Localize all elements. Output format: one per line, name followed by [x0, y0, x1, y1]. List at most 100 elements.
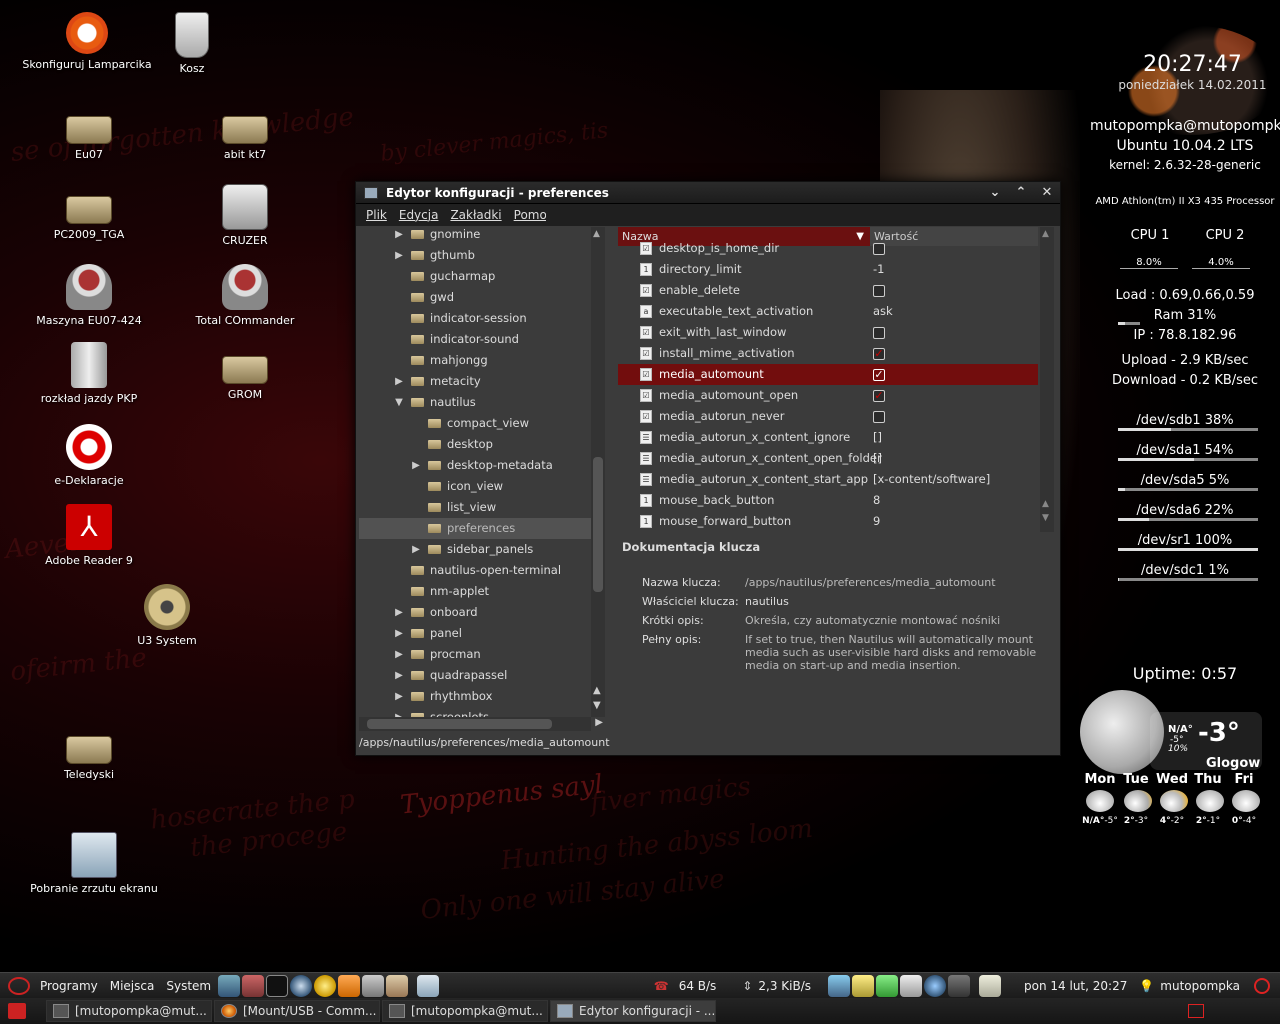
desktop-icon-grom[interactable]: GROM	[170, 344, 320, 401]
scroll-down-arrow-icon[interactable]: ▼	[593, 700, 601, 711]
scroll-right-arrow-icon[interactable]: ▶	[595, 717, 603, 728]
menu-plik[interactable]: Plik	[360, 208, 393, 222]
tree-item[interactable]: ▶ gthumb	[359, 245, 591, 266]
trash-applet-icon[interactable]	[1188, 1004, 1204, 1018]
tree-vertical-scrollbar[interactable]: ▲ ▲ ▼	[591, 227, 605, 717]
tree-item[interactable]: ▶ panel	[359, 623, 591, 644]
expander-collapsed-icon[interactable]: ▶	[393, 623, 405, 644]
expander-collapsed-icon[interactable]: ▶	[393, 707, 405, 717]
task-button[interactable]: [mutopompka@mut...	[382, 1000, 548, 1022]
scroll-down-arrow-icon[interactable]: ▼	[1042, 513, 1049, 523]
expander-collapsed-icon[interactable]: ▶	[410, 455, 422, 476]
expander-collapsed-icon[interactable]: ▶	[410, 539, 422, 560]
launcher-screenshot-icon[interactable]	[417, 974, 440, 997]
tree-item[interactable]: ▶ procman	[359, 644, 591, 665]
key-row[interactable]: ☑ enable_delete	[618, 280, 1038, 301]
key-value[interactable]: 8	[869, 490, 880, 511]
checkbox-unchecked[interactable]	[873, 326, 885, 339]
key-row[interactable]: ☑ install_mime_activation ✓	[618, 343, 1038, 364]
maximize-button[interactable]: ⌃	[1008, 185, 1034, 200]
task-button[interactable]: [mutopompka@mut...	[46, 1000, 212, 1022]
tray-notes-icon[interactable]	[852, 974, 875, 997]
tree-item[interactable]: ▶ metacity	[359, 371, 591, 392]
menu-zakladki[interactable]: Zakładki	[444, 208, 507, 222]
table-vertical-scrollbar[interactable]: ▲ ▲ ▼	[1040, 227, 1054, 532]
panel-clock[interactable]: pon 14 lut, 20:27	[1018, 979, 1133, 993]
show-desktop-icon[interactable]	[8, 1003, 26, 1019]
tree-hscroll-thumb[interactable]	[367, 719, 552, 729]
key-row[interactable]: ☑ media_automount_open ✓	[618, 385, 1038, 406]
desktop-icon-u3[interactable]: U3 System	[92, 584, 242, 647]
task-button[interactable]: Edytor konfiguracji - ...	[550, 1000, 716, 1022]
key-row[interactable]: a executable_text_activation ask	[618, 301, 1038, 322]
window-titlebar[interactable]: Edytor konfiguracji - preferences ⌄ ⌃ ✕	[356, 182, 1060, 204]
scroll-up-arrow-icon[interactable]: ▲	[593, 685, 601, 696]
key-value[interactable]: []	[869, 427, 882, 448]
task-button[interactable]: [Mount/USB - Comm...	[214, 1000, 380, 1022]
checkbox-unchecked[interactable]	[873, 242, 885, 255]
key-value[interactable]: -1	[869, 259, 884, 280]
desktop-icon-total-commander[interactable]: Total COmmander	[170, 264, 320, 327]
tray-phone-icon[interactable]	[948, 974, 971, 997]
tree-item[interactable]: ▼ nautilus	[359, 392, 591, 413]
key-value[interactable]: [x-content/software]	[869, 469, 990, 490]
tray-green-icon[interactable]	[876, 974, 899, 997]
desktop-icon-screenshot[interactable]: Pobranie zrzutu ekranu	[19, 832, 169, 895]
desktop-icon-e-deklaracje[interactable]: e-Deklaracje	[14, 424, 164, 487]
checkbox-unchecked[interactable]	[873, 284, 885, 297]
checkbox-checked[interactable]: ✓	[873, 347, 885, 360]
tray-editor-icon[interactable]	[900, 974, 923, 997]
launcher-thunderbird-icon[interactable]	[290, 974, 313, 997]
terminal-icon[interactable]	[266, 974, 289, 997]
tree-item[interactable]: nautilus-open-terminal	[359, 560, 591, 581]
launcher-files-icon[interactable]	[386, 974, 409, 997]
menu-miejsca[interactable]: Miejsca	[104, 979, 161, 993]
desktop-icon-pc2009[interactable]: PC2009_TGA	[14, 184, 164, 241]
tree-item[interactable]: list_view	[359, 497, 591, 518]
ubuntu-menu-icon[interactable]	[8, 976, 30, 995]
key-value[interactable]: ask	[869, 301, 893, 322]
desktop-icon-eu07[interactable]: Eu07	[14, 104, 164, 161]
expander-collapsed-icon[interactable]: ▶	[393, 371, 405, 392]
key-row[interactable]: 1 mouse_forward_button 9	[618, 511, 1038, 532]
desktop-icon-abit[interactable]: abit kt7	[170, 104, 320, 161]
expander-collapsed-icon[interactable]: ▶	[393, 227, 405, 245]
menu-system[interactable]: System	[160, 979, 217, 993]
desktop-icon-teledyski[interactable]: Teledyski	[14, 724, 164, 781]
launcher-cat-icon[interactable]	[242, 974, 265, 997]
desktop-icon-trash[interactable]: Kosz	[117, 12, 267, 75]
menu-edycja[interactable]: Edycja	[393, 208, 445, 222]
power-icon[interactable]	[1254, 977, 1270, 994]
desktop-icon-rozklad[interactable]: rozkład jazdy PKP	[14, 342, 164, 405]
scroll-up-arrow-icon[interactable]: ▲	[1042, 499, 1049, 509]
tree-item[interactable]: ▶ screenlets	[359, 707, 591, 717]
key-row[interactable]: 1 directory_limit -1	[618, 259, 1038, 280]
key-row[interactable]: 1 mouse_back_button 8	[618, 490, 1038, 511]
tree-item[interactable]: gwd	[359, 287, 591, 308]
expander-collapsed-icon[interactable]: ▶	[393, 665, 405, 686]
menu-programy[interactable]: Programy	[34, 979, 104, 993]
scroll-up-arrow-icon[interactable]: ▲	[593, 229, 600, 239]
tray-map-icon[interactable]	[828, 974, 851, 997]
tree-horizontal-scrollbar[interactable]: ▶	[359, 717, 603, 731]
key-row[interactable]: ☰ media_autorun_x_content_open_folder[]	[618, 448, 1038, 469]
desktop-icon-adobe-reader[interactable]: ⅄ Adobe Reader 9	[14, 504, 164, 567]
tree-item[interactable]: ▶ rhythmbox	[359, 686, 591, 707]
tray-mail-icon[interactable]	[979, 974, 1002, 997]
tree-item[interactable]: ▶ quadrapassel	[359, 665, 591, 686]
tree-item[interactable]: indicator-sound	[359, 329, 591, 350]
launcher-smiley-icon[interactable]	[314, 974, 337, 997]
tree-item[interactable]: ▶ desktop-metadata	[359, 455, 591, 476]
expander-collapsed-icon[interactable]: ▶	[393, 686, 405, 707]
tree-item[interactable]: ▶ onboard	[359, 602, 591, 623]
tree-item[interactable]: indicator-session	[359, 308, 591, 329]
tree-item[interactable]: desktop	[359, 434, 591, 455]
menu-pomoc[interactable]: Pomoc	[508, 208, 546, 222]
tree-item[interactable]: mahjongg	[359, 350, 591, 371]
close-button[interactable]: ✕	[1034, 185, 1060, 200]
key-row[interactable]: ☰ media_autorun_x_content_start_app [x-con…	[618, 469, 1038, 490]
checkbox-checked[interactable]: ✓	[873, 368, 885, 381]
expander-collapsed-icon[interactable]: ▶	[393, 602, 405, 623]
launcher-tools-icon[interactable]	[362, 974, 385, 997]
scroll-up-arrow-icon[interactable]: ▲	[1042, 229, 1049, 239]
